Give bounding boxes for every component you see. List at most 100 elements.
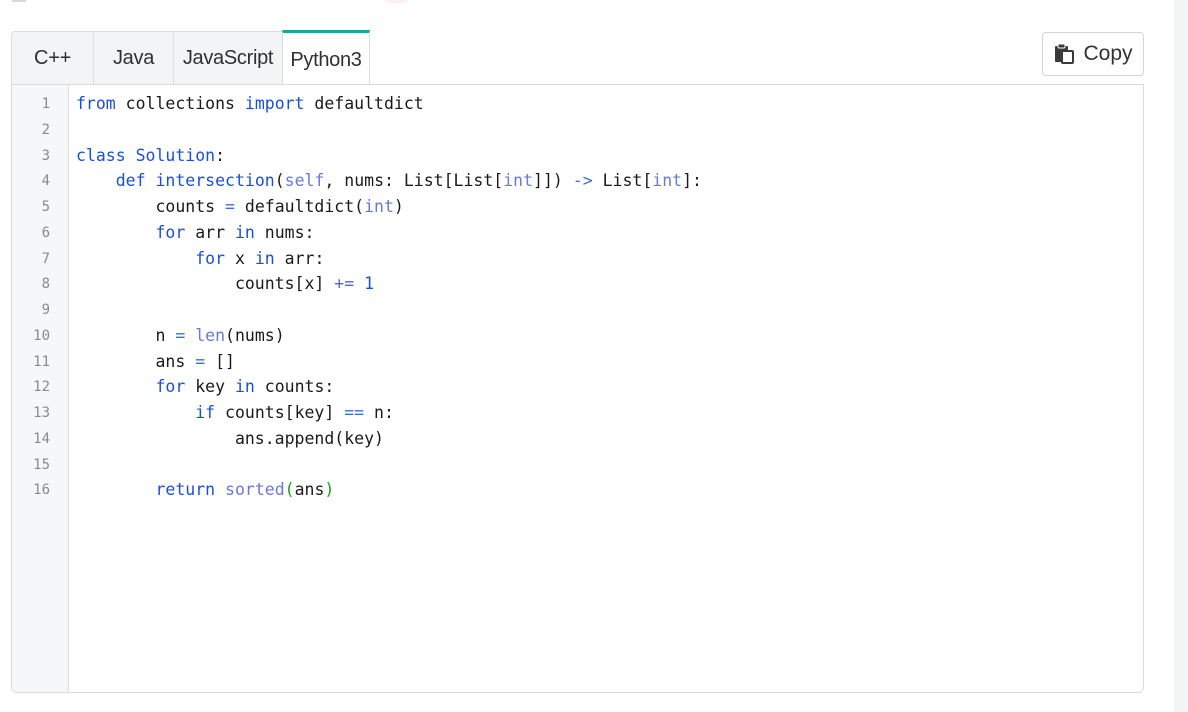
code-line: n = len(nums) bbox=[76, 323, 285, 349]
code-token: in bbox=[254, 248, 275, 268]
line-number: 16 bbox=[33, 482, 50, 499]
line-number: 10 bbox=[33, 327, 50, 344]
code-line: ans = [] bbox=[76, 349, 235, 375]
language-tab-bar: C++ Java JavaScript Python3 bbox=[11, 30, 370, 85]
line-number: 1 bbox=[41, 96, 50, 112]
code-token: n: bbox=[364, 403, 394, 422]
code-line: return sorted(ans) bbox=[76, 477, 334, 503]
code-token: , nums: List[List[ bbox=[324, 171, 504, 191]
line-number: 6 bbox=[41, 224, 50, 241]
line-number: 9 bbox=[41, 302, 50, 318]
code-token: [] bbox=[205, 351, 235, 371]
code-line: class Solution: bbox=[76, 143, 225, 169]
line-number: 13 bbox=[33, 405, 50, 421]
code-token: = bbox=[175, 325, 186, 345]
code-token: int bbox=[364, 197, 394, 216]
code-line: if counts[key] == n: bbox=[76, 400, 394, 426]
code-line: counts[x] += 1 bbox=[76, 271, 374, 297]
code-token: (nums) bbox=[225, 325, 285, 345]
line-number: 12 bbox=[33, 379, 50, 396]
tab-label: Java bbox=[112, 46, 155, 69]
code-editor[interactable]: 1 2 3 4 5 6 7 8 9 10 11 12 13 14 15 16 from collections… bbox=[11, 84, 1144, 693]
code-token: Solution bbox=[135, 145, 216, 165]
code-token: = bbox=[225, 197, 235, 216]
code-token: return bbox=[155, 480, 216, 500]
code-token: class bbox=[76, 145, 126, 165]
code-line: def intersection(self, nums: List[List[ i… bbox=[76, 168, 702, 194]
code-token: arr bbox=[185, 222, 235, 242]
code-line: counts = defaultdict(int) bbox=[76, 194, 404, 220]
code-token: ans bbox=[76, 351, 196, 371]
top-remnant-line bbox=[12, 0, 26, 2]
code-token: -> bbox=[572, 171, 593, 191]
tab-java[interactable]: Java bbox=[94, 32, 174, 84]
line-number: 14 bbox=[33, 430, 50, 447]
copy-button[interactable]: Copy bbox=[1042, 32, 1144, 76]
code-token: 1 bbox=[364, 274, 375, 294]
code-token: self bbox=[284, 171, 325, 191]
code-token: sorted bbox=[225, 480, 285, 500]
code-viewer-page: C++ Java JavaScript Python3 Copy 1234567… bbox=[0, 0, 1188, 712]
line-number: 11 bbox=[33, 353, 50, 370]
code-token: nums: bbox=[254, 222, 315, 242]
code-token: ( bbox=[274, 171, 285, 191]
code-line: for key in counts: bbox=[76, 374, 334, 400]
line-number: 2 bbox=[41, 121, 50, 138]
code-token: for bbox=[155, 222, 186, 242]
code-token: ]: bbox=[682, 171, 702, 191]
code-token: from bbox=[76, 94, 116, 113]
copy-button-label: Copy bbox=[1083, 42, 1133, 65]
code-token: key bbox=[185, 377, 235, 397]
code-token: counts[key] bbox=[215, 403, 345, 422]
code-token: if bbox=[195, 403, 216, 422]
code-token: x bbox=[225, 248, 255, 268]
code-line: for arr in nums: bbox=[76, 220, 314, 246]
code-token: def bbox=[115, 171, 146, 191]
code-token: ) bbox=[393, 197, 404, 216]
code-token: counts: bbox=[254, 377, 335, 397]
tab-cpp[interactable]: C++ bbox=[12, 32, 94, 84]
tab-javascript[interactable]: JavaScript bbox=[174, 32, 282, 84]
line-number: 5 bbox=[41, 199, 50, 215]
code-token: ) bbox=[324, 480, 335, 500]
tab-label: C++ bbox=[34, 46, 71, 69]
code-token: ans bbox=[294, 480, 325, 500]
code-token: : bbox=[215, 145, 226, 165]
code-token: ans.append(key) bbox=[76, 428, 384, 448]
code-token: += bbox=[334, 274, 355, 294]
tab-label: JavaScript bbox=[182, 46, 274, 69]
code-line: from collections import defaultdict bbox=[76, 91, 424, 117]
tab-python3[interactable]: Python3 bbox=[282, 30, 370, 85]
code-area[interactable]: from collections import defaultdict class… bbox=[76, 85, 1143, 692]
line-number: 7 bbox=[41, 250, 50, 267]
code-token: List[ bbox=[592, 171, 653, 191]
top-remnant-badge bbox=[384, 0, 408, 3]
tab-label: Python3 bbox=[290, 49, 362, 71]
line-number: 8 bbox=[41, 276, 50, 293]
code-line: ans.append(key) bbox=[76, 426, 384, 452]
page-scrollbar[interactable] bbox=[1174, 0, 1188, 712]
code-token: collections bbox=[115, 94, 245, 113]
code-token: == bbox=[344, 403, 365, 422]
line-number: 3 bbox=[41, 147, 50, 164]
code-token: int bbox=[652, 171, 683, 191]
clipboard-copy-icon bbox=[1055, 43, 1075, 64]
code-token: for bbox=[155, 377, 186, 397]
line-number: 4 bbox=[41, 173, 50, 190]
code-token: for bbox=[195, 248, 226, 268]
line-number: 15 bbox=[33, 456, 50, 473]
code-token: arr: bbox=[274, 248, 325, 268]
code-token: counts bbox=[76, 197, 226, 216]
code-token: intersection bbox=[155, 171, 275, 191]
code-token: ( bbox=[284, 480, 295, 500]
code-token: = bbox=[195, 351, 206, 371]
